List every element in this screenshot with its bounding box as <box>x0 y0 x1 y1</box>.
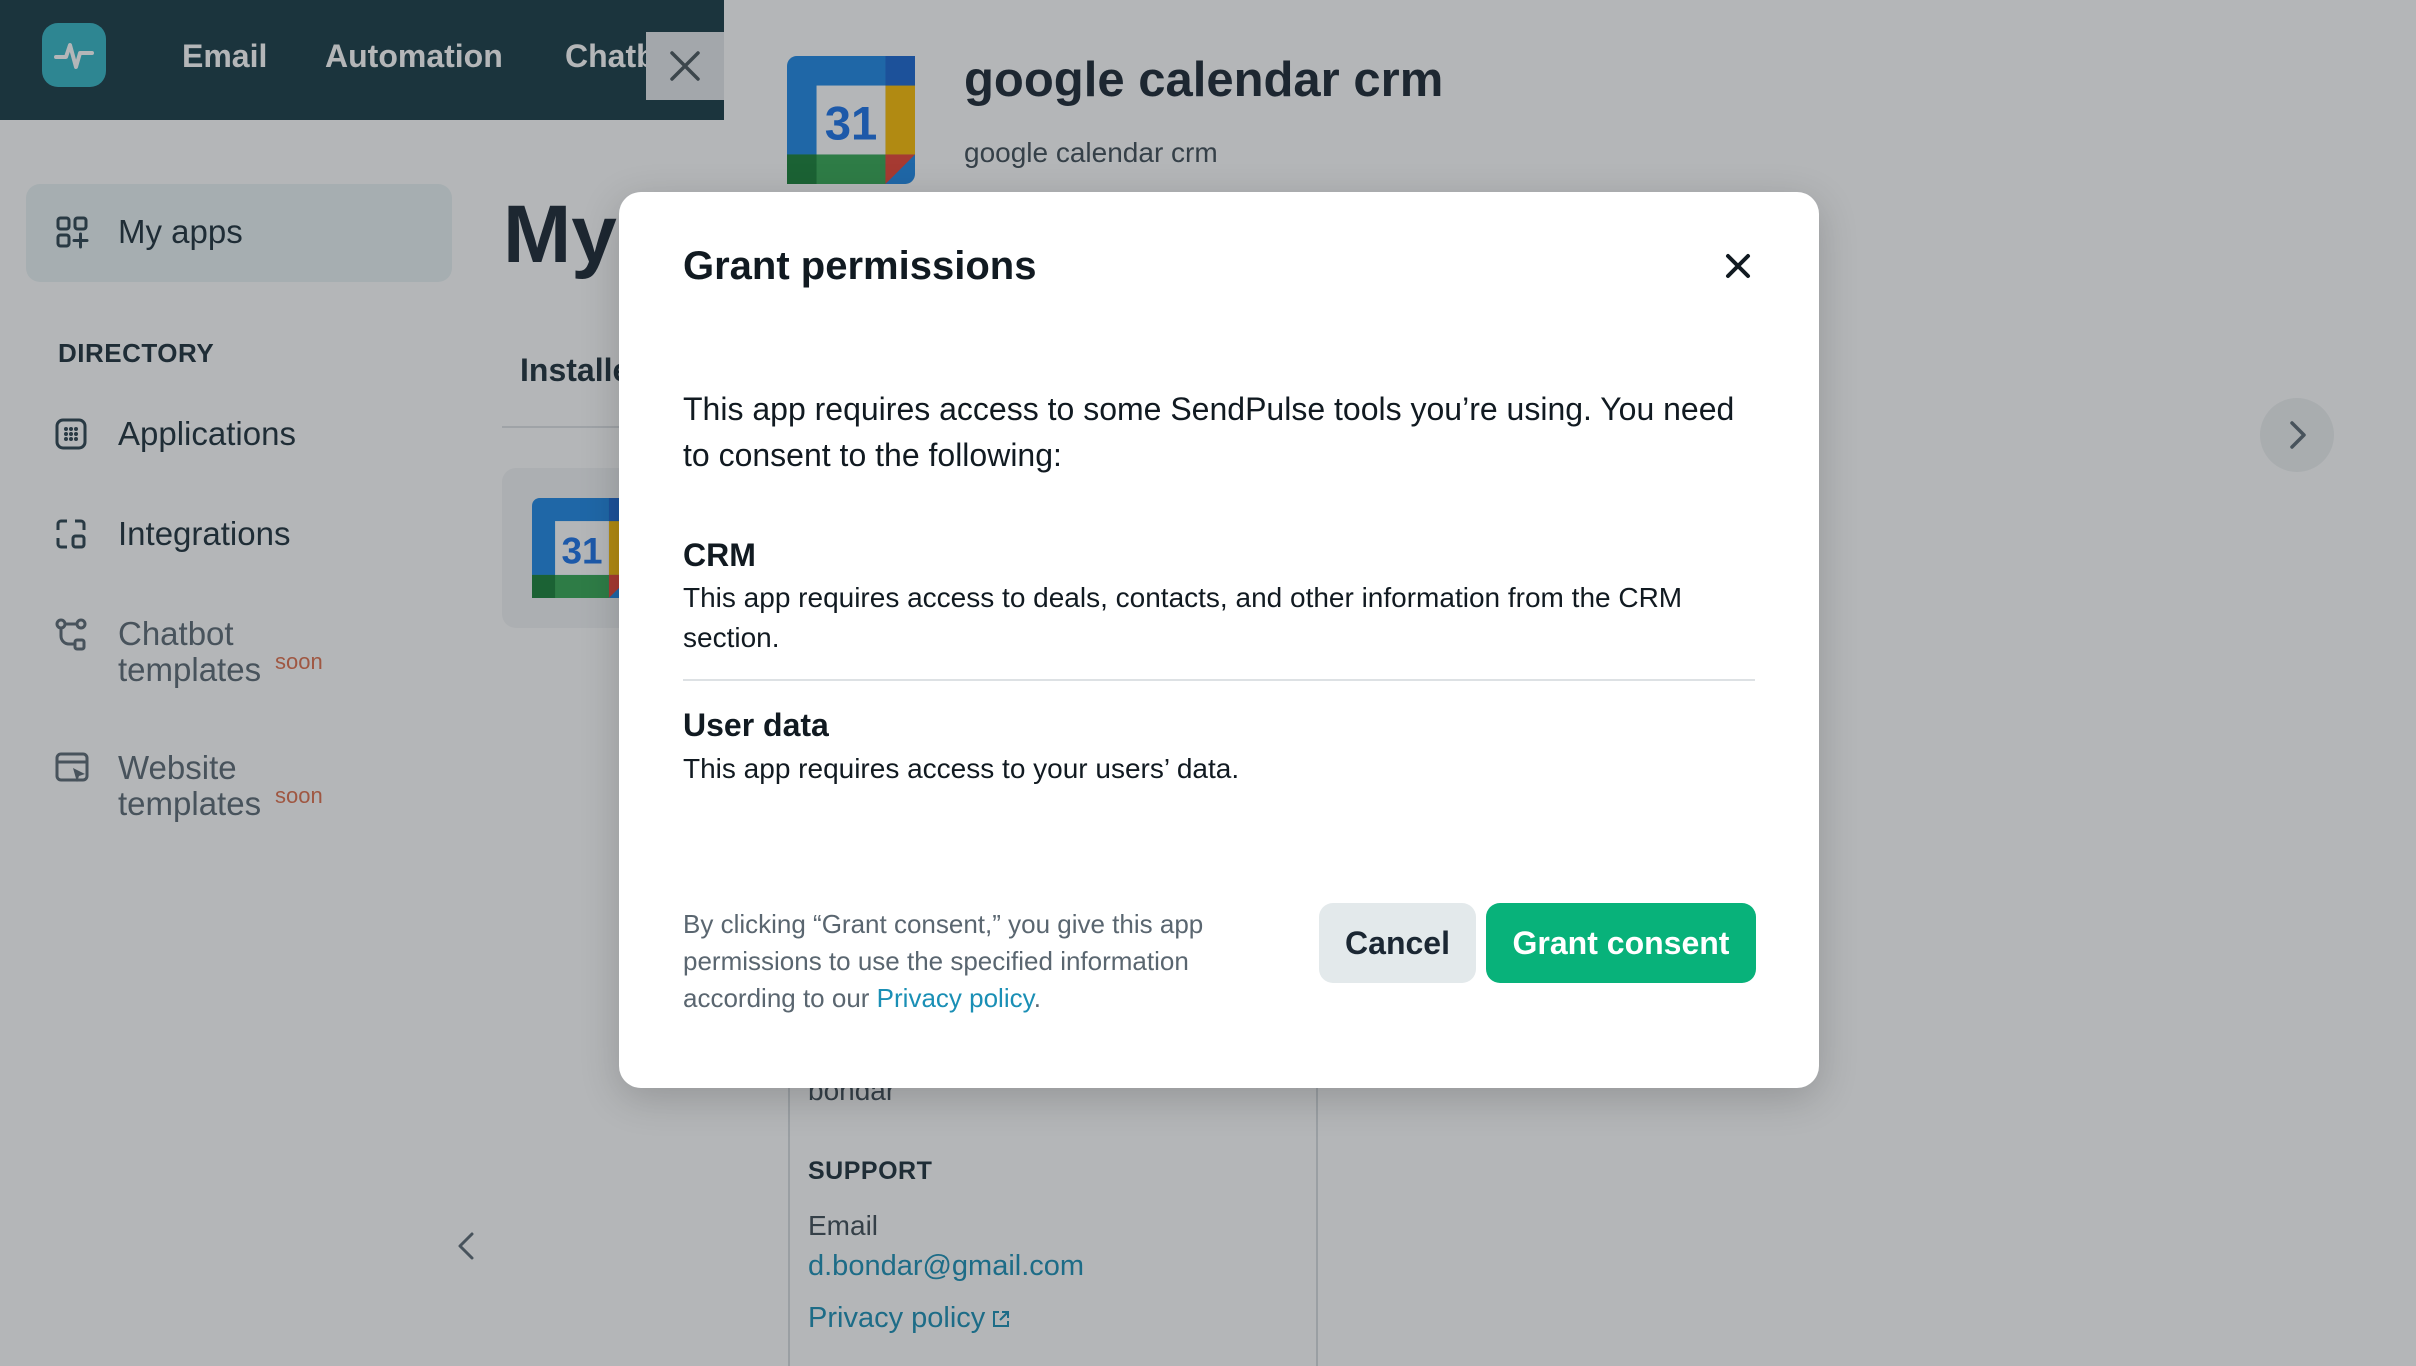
grant-permissions-dialog: Grant permissions This app requires acce… <box>619 192 1819 1088</box>
cancel-button[interactable]: Cancel <box>1319 903 1476 983</box>
dialog-intro-text: This app requires access to some SendPul… <box>683 391 1735 473</box>
permission-title-crm: CRM <box>683 537 756 573</box>
grant-consent-button[interactable]: Grant consent <box>1486 903 1756 983</box>
dialog-title: Grant permissions <box>683 244 1037 288</box>
permission-description-user-data: This app requires access to your users’ … <box>683 753 1240 784</box>
permissions-divider <box>683 679 1755 681</box>
consent-disclaimer: By clicking “Grant consent,” you give th… <box>683 906 1303 1017</box>
privacy-policy-link[interactable]: Privacy policy <box>877 983 1034 1013</box>
permission-description-crm: This app requires access to deals, conta… <box>683 582 1683 653</box>
close-icon[interactable] <box>1722 250 1754 282</box>
consent-disclaimer-end: . <box>1033 983 1041 1013</box>
permission-title-user-data: User data <box>683 707 829 743</box>
